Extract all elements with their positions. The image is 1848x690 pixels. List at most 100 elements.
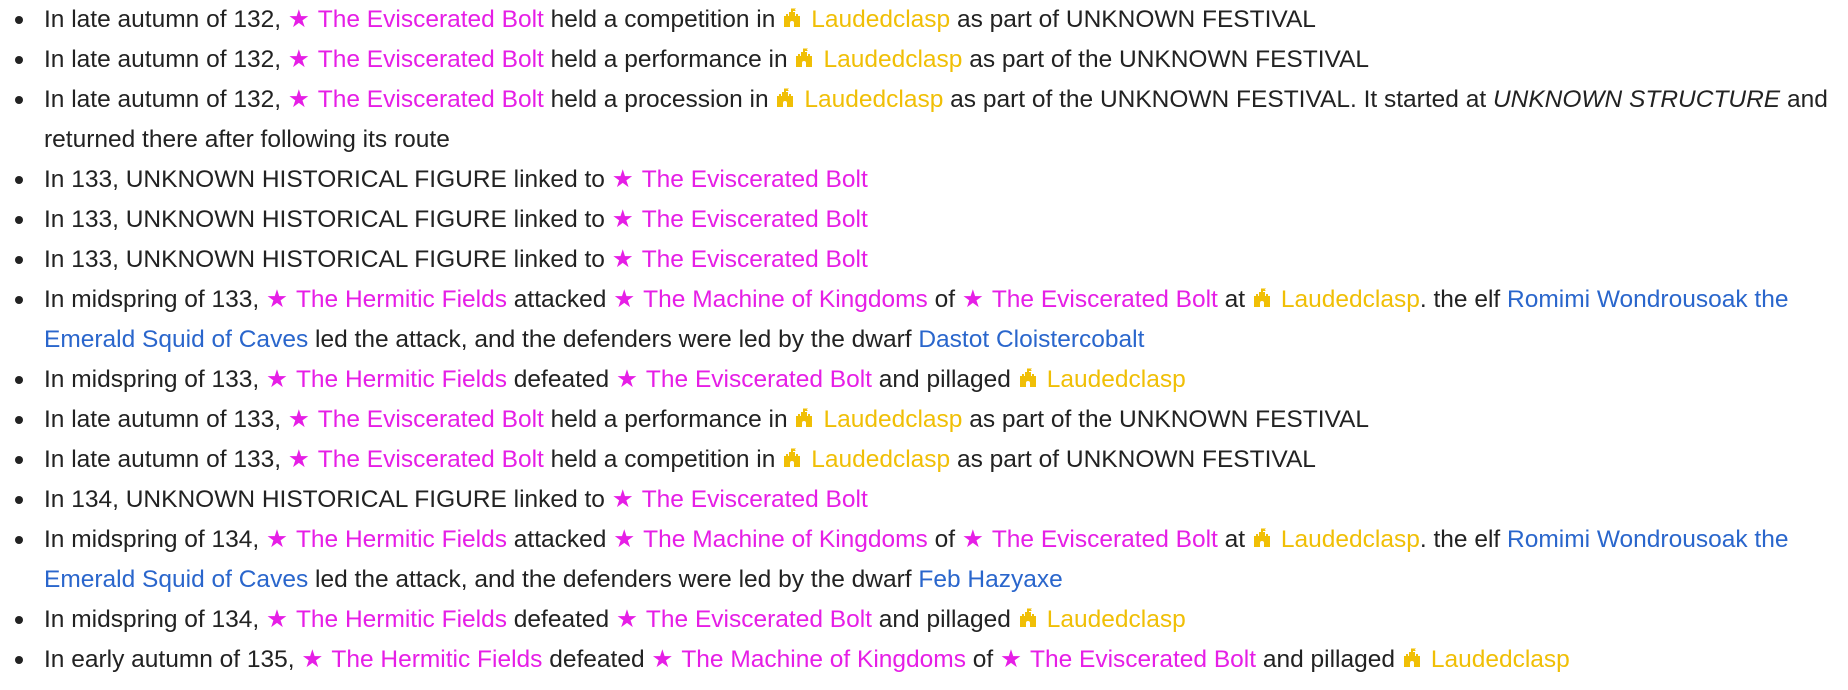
event-text: held a performance in — [543, 406, 795, 433]
entity-link[interactable]: The Eviscerated Bolt — [962, 286, 1218, 313]
event-item: In late autumn of 132, The Eviscerated B… — [15, 40, 1834, 80]
site-link-label: Laudedclasp — [823, 406, 963, 433]
entity-link[interactable]: The Eviscerated Bolt — [612, 206, 868, 233]
event-item: In midspring of 133, The Hermitic Fields… — [15, 280, 1834, 360]
event-item: In 134, UNKNOWN HISTORICAL FIGURE linked… — [15, 480, 1834, 520]
site-link[interactable]: Laudedclasp — [782, 6, 950, 33]
event-item: In early autumn of 135, The Hermitic Fie… — [15, 640, 1834, 680]
event-text: In 134, UNKNOWN HISTORICAL FIGURE linked… — [44, 486, 612, 513]
entity-link[interactable]: The Hermitic Fields — [266, 526, 507, 553]
entity-link[interactable]: The Eviscerated Bolt — [288, 406, 544, 433]
castle-icon — [1402, 641, 1422, 667]
event-text: as part of UNKNOWN FESTIVAL — [950, 6, 1316, 33]
site-link-label: Laudedclasp — [1046, 606, 1186, 633]
site-link-label: Laudedclasp — [1430, 646, 1570, 673]
event-text: In early autumn of 135, — [44, 646, 302, 673]
event-text: of — [927, 286, 962, 313]
entity-link[interactable]: The Eviscerated Bolt — [288, 86, 544, 113]
event-text: In late autumn of 132, — [44, 46, 288, 73]
entity-link[interactable]: The Eviscerated Bolt — [616, 606, 872, 633]
event-item: In late autumn of 133, The Eviscerated B… — [15, 440, 1834, 480]
site-link-label: Laudedclasp — [811, 6, 951, 33]
event-text: attacked — [506, 526, 614, 553]
historical-figure-link[interactable]: Feb Hazyaxe — [918, 566, 1062, 593]
event-text: and pillaged — [871, 606, 1018, 633]
site-link-label: Laudedclasp — [1280, 526, 1420, 553]
event-text: as part of the UNKNOWN FESTIVAL — [962, 406, 1370, 433]
event-text: . the elf — [1419, 286, 1508, 313]
event-text: held a procession in — [543, 86, 776, 113]
castle-icon — [1018, 361, 1038, 387]
entity-link[interactable]: The Hermitic Fields — [266, 286, 507, 313]
entity-link[interactable]: The Eviscerated Bolt — [962, 526, 1218, 553]
entity-link[interactable]: The Eviscerated Bolt — [288, 6, 544, 33]
entity-link[interactable]: The Machine of Kingdoms — [651, 646, 966, 673]
site-link[interactable]: Laudedclasp — [1018, 606, 1186, 633]
entity-link[interactable]: The Eviscerated Bolt — [616, 366, 872, 393]
event-item: In late autumn of 133, The Eviscerated B… — [15, 400, 1834, 440]
site-link[interactable]: Laudedclasp — [1402, 646, 1570, 673]
entity-link[interactable]: The Hermitic Fields — [266, 606, 507, 633]
event-text: and pillaged — [871, 366, 1018, 393]
event-item: In late autumn of 132, The Eviscerated B… — [15, 0, 1834, 40]
event-text: of — [927, 526, 962, 553]
site-link-label: Laudedclasp — [804, 86, 944, 113]
site-link-label: Laudedclasp — [1046, 366, 1186, 393]
event-text: led the attack, and the defenders were l… — [308, 326, 919, 353]
event-text: In 133, UNKNOWN HISTORICAL FIGURE linked… — [44, 246, 612, 273]
entity-link[interactable]: The Eviscerated Bolt — [612, 166, 868, 193]
site-link[interactable]: Laudedclasp — [794, 406, 962, 433]
site-link[interactable]: Laudedclasp — [775, 86, 943, 113]
event-item: In 133, UNKNOWN HISTORICAL FIGURE linked… — [15, 160, 1834, 200]
event-text: In late autumn of 132, — [44, 86, 288, 113]
event-text: In midspring of 133, — [44, 286, 266, 313]
event-text: In 133, UNKNOWN HISTORICAL FIGURE linked… — [44, 166, 612, 193]
entity-link[interactable]: The Eviscerated Bolt — [612, 486, 868, 513]
castle-icon — [782, 1, 802, 27]
event-text: In late autumn of 132, — [44, 6, 288, 33]
site-link[interactable]: Laudedclasp — [782, 446, 950, 473]
castle-icon — [775, 81, 795, 107]
event-text: as part of the UNKNOWN FESTIVAL — [962, 46, 1370, 73]
entity-link[interactable]: The Machine of Kingdoms — [613, 286, 928, 313]
site-link[interactable]: Laudedclasp — [1252, 526, 1420, 553]
entity-link[interactable]: The Eviscerated Bolt — [288, 46, 544, 73]
event-text: defeated — [506, 606, 616, 633]
entity-link[interactable]: The Eviscerated Bolt — [288, 446, 544, 473]
event-text: In midspring of 134, — [44, 526, 266, 553]
site-link-label: Laudedclasp — [823, 46, 963, 73]
event-text: In 133, UNKNOWN HISTORICAL FIGURE linked… — [44, 206, 612, 233]
site-link[interactable]: Laudedclasp — [1252, 286, 1420, 313]
entity-link[interactable]: The Hermitic Fields — [301, 646, 542, 673]
historical-figure-link[interactable]: Dastot Cloistercobalt — [918, 326, 1144, 353]
event-item: In midspring of 134, The Hermitic Fields… — [15, 520, 1834, 600]
event-text: led the attack, and the defenders were l… — [308, 566, 919, 593]
unknown-structure: UNKNOWN STRUCTURE — [1492, 86, 1781, 113]
castle-icon — [1252, 521, 1272, 547]
event-text: In late autumn of 133, — [44, 406, 288, 433]
site-link-label: Laudedclasp — [811, 446, 951, 473]
castle-icon — [794, 401, 814, 427]
event-text: held a competition in — [543, 446, 783, 473]
site-link-label: Laudedclasp — [1280, 286, 1420, 313]
castle-icon — [1018, 601, 1038, 627]
event-text: In late autumn of 133, — [44, 446, 288, 473]
event-item: In midspring of 133, The Hermitic Fields… — [15, 360, 1834, 400]
event-text: defeated — [506, 366, 616, 393]
site-link[interactable]: Laudedclasp — [1018, 366, 1186, 393]
event-text: . the elf — [1419, 526, 1508, 553]
entity-link[interactable]: The Eviscerated Bolt — [612, 246, 868, 273]
site-link[interactable]: Laudedclasp — [794, 46, 962, 73]
castle-icon — [1252, 281, 1272, 307]
entity-link[interactable]: The Machine of Kingdoms — [613, 526, 928, 553]
event-text: at — [1217, 286, 1252, 313]
event-text: defeated — [542, 646, 652, 673]
event-text: In midspring of 134, — [44, 606, 266, 633]
entity-link[interactable]: The Hermitic Fields — [266, 366, 507, 393]
entity-link[interactable]: The Eviscerated Bolt — [1000, 646, 1256, 673]
event-text: and pillaged — [1256, 646, 1402, 673]
event-text: as part of the UNKNOWN FESTIVAL. It star… — [943, 86, 1493, 113]
event-text: as part of UNKNOWN FESTIVAL — [950, 446, 1316, 473]
event-text: In midspring of 133, — [44, 366, 266, 393]
castle-icon — [782, 441, 802, 467]
